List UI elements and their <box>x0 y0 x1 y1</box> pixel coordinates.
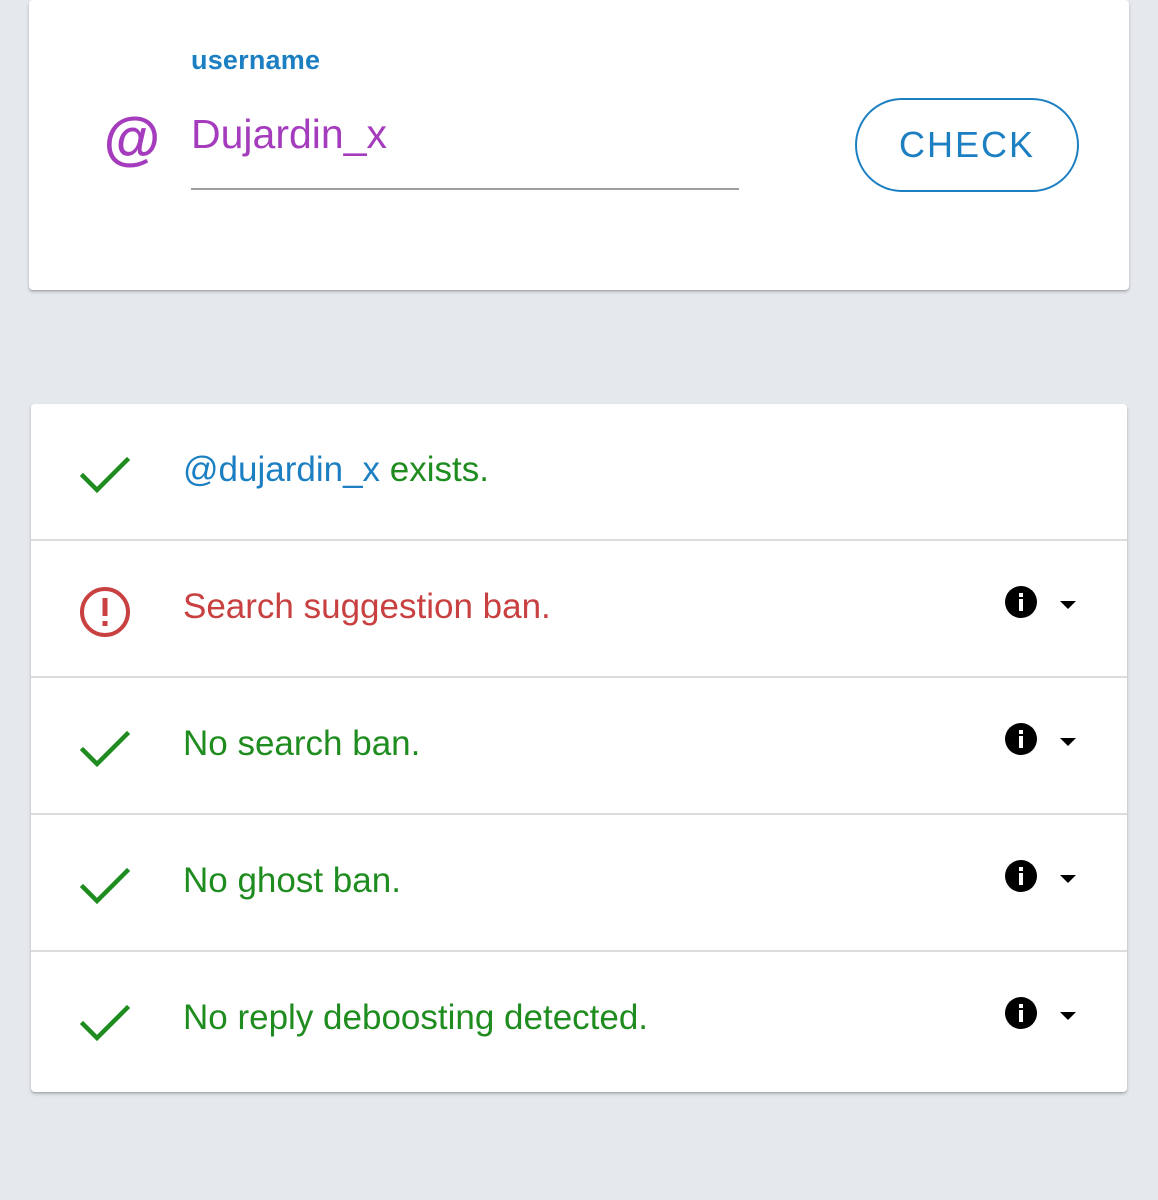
info-icon <box>1005 997 1037 1029</box>
result-text: @dujardin_x exists. <box>183 448 489 492</box>
caret-down-icon <box>1060 601 1076 609</box>
info-toggle[interactable] <box>1003 584 1083 624</box>
result-row-ghost-ban: No ghost ban. <box>31 815 1127 952</box>
check-icon <box>79 867 131 905</box>
exists-suffix: exists. <box>380 450 489 489</box>
result-text: No search ban. <box>183 724 421 763</box>
results-card: @dujardin_x exists. Search suggestion ba… <box>31 404 1127 1092</box>
info-icon <box>1005 586 1037 618</box>
check-icon <box>79 730 131 768</box>
username-link[interactable]: @dujardin_x <box>183 450 380 489</box>
result-text: No ghost ban. <box>183 861 401 900</box>
result-row-search-suggestion-ban: Search suggestion ban. <box>31 541 1127 678</box>
info-toggle[interactable] <box>1003 721 1083 761</box>
at-sign-icon: @ <box>102 107 160 172</box>
info-toggle[interactable] <box>1003 995 1083 1035</box>
username-input[interactable] <box>191 106 739 190</box>
caret-down-icon <box>1060 1012 1076 1020</box>
caret-down-icon <box>1060 875 1076 883</box>
check-icon <box>79 1004 131 1042</box>
info-icon <box>1005 723 1037 755</box>
username-card: username @ CHECK <box>29 0 1129 290</box>
check-icon <box>79 456 131 494</box>
alert-circle-icon <box>80 587 130 637</box>
result-row-search-ban: No search ban. <box>31 678 1127 815</box>
info-toggle[interactable] <box>1003 858 1083 898</box>
result-text: Search suggestion ban. <box>183 587 551 626</box>
result-row-reply-deboosting: No reply deboosting detected. <box>31 952 1127 1089</box>
result-text: No reply deboosting detected. <box>183 998 649 1037</box>
result-row-exists: @dujardin_x exists. <box>31 404 1127 541</box>
caret-down-icon <box>1060 738 1076 746</box>
info-icon <box>1005 860 1037 892</box>
check-button[interactable]: CHECK <box>855 98 1079 192</box>
username-label: username <box>191 45 321 75</box>
